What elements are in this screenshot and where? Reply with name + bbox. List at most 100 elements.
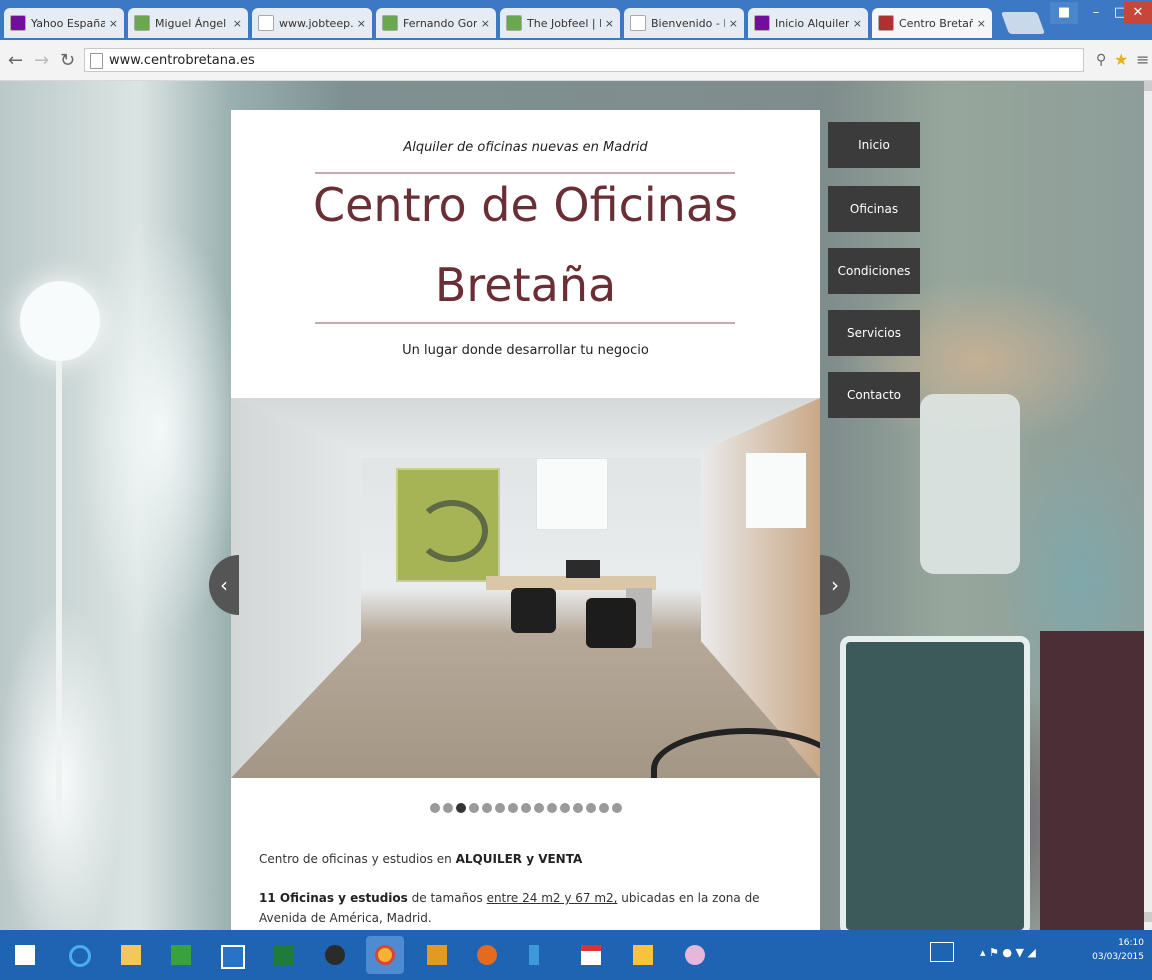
keyboard-icon[interactable] [930,942,954,962]
browser-tab[interactable]: Yahoo España × [4,8,124,38]
new-tab-button[interactable] [1000,12,1046,34]
clock-time: 16:10 [1118,938,1144,948]
browser-tab[interactable]: Bienvenido - Invi × [624,8,744,38]
intro-bold: ALQUILER y VENTA [455,852,583,866]
background-decoration [1040,631,1152,930]
clock-date: 03/03/2015 [1092,952,1144,962]
page-icon [90,53,103,69]
firefox-icon[interactable] [468,936,506,974]
slider-dot[interactable] [559,803,570,813]
browser-tab[interactable]: www.jobteep.co × [252,8,372,38]
slider-dot[interactable] [546,803,557,813]
store-icon[interactable] [162,936,200,974]
tab-label: The Jobfeel | Par [527,16,601,30]
browser-tab[interactable]: The Jobfeel | Par × [500,8,620,38]
background-decoration [920,394,1020,574]
slider-dot[interactable] [455,803,466,813]
back-icon[interactable]: ← [8,50,23,71]
desc-bold: 11 Oficinas y estudios [259,891,408,905]
tab-label: Bienvenido - Invi [651,16,725,30]
calendar-icon[interactable] [572,936,610,974]
key-icon[interactable]: ⚲ [1096,52,1106,68]
slider-dot[interactable] [468,803,479,813]
contacts-icon[interactable] [418,936,456,974]
browser-tab[interactable]: Miguel Ángel Mé × [128,8,248,38]
nav-servicios[interactable]: Servicios [828,310,920,356]
slider-dot[interactable] [598,803,609,813]
nav-contacto[interactable]: Contacto [828,372,920,418]
close-tab-icon[interactable]: × [729,17,738,30]
background-decoration [840,636,1030,930]
tab-label: Centro Bretaña - [899,16,973,30]
slider-dot[interactable] [611,803,622,813]
page-title-line1: Centro de Oficinas [313,178,738,232]
slider-dot[interactable] [533,803,544,813]
desc-text: de tamaños [407,891,487,905]
menu-icon[interactable]: ≡ [1136,50,1149,69]
internet-explorer-icon[interactable] [60,936,98,974]
page-kicker: Alquiler de oficinas nuevas en Madrid [403,140,648,155]
url-field[interactable]: www.centrobretana.es [84,48,1084,72]
slider-dot[interactable] [429,803,440,813]
chair [511,588,556,633]
lamp-pole-image [56,361,62,821]
slider-dot[interactable] [494,803,505,813]
size-link[interactable]: entre 24 m2 y 67 m2, [487,891,618,905]
slider-dot[interactable] [507,803,518,813]
divider [315,322,735,324]
close-tab-icon[interactable]: × [605,17,614,30]
close-tab-icon[interactable]: × [977,17,986,30]
reload-icon[interactable]: ↻ [60,50,75,71]
app-icon[interactable] [316,936,354,974]
file-explorer-icon[interactable] [112,936,150,974]
user-icon[interactable]: ■ [1050,2,1078,24]
paint-icon[interactable] [624,936,662,974]
site-icon [878,15,894,31]
browser-tab[interactable]: Centro Bretaña - × [872,8,992,38]
system-tray[interactable]: ▴ ⚑ ● ▼ ◢ [980,946,1036,959]
intro-text: Centro de oficinas y estudios en [259,852,456,866]
browser-tab[interactable]: Fernando Gonzál × [376,8,496,38]
nav-oficinas[interactable]: Oficinas [828,186,920,232]
page-icon [630,15,646,31]
tab-label: www.jobteep.co [279,16,353,30]
close-window-button[interactable]: ✕ [1124,2,1152,24]
slider-dot[interactable] [585,803,596,813]
scroll-up-button[interactable] [1144,81,1152,91]
slider-dot[interactable] [442,803,453,813]
star-icon[interactable]: ★ [1114,50,1128,69]
yahoo-icon [754,15,770,31]
laptop [566,560,600,578]
wall-art [396,468,500,582]
close-tab-icon[interactable]: × [233,17,242,30]
publisher-icon[interactable] [212,936,250,974]
tab-label: Miguel Ángel Mé [155,16,229,30]
globe-icon [506,15,522,31]
close-tab-icon[interactable]: × [481,17,490,30]
nav-condiciones[interactable]: Condiciones [828,248,920,294]
excel-icon[interactable] [264,936,302,974]
slider-dot[interactable] [572,803,583,813]
phone-icon[interactable] [520,936,558,974]
forward-icon[interactable]: → [34,50,49,71]
chrome-icon[interactable] [366,936,404,974]
scroll-down-button[interactable] [1144,912,1152,922]
page-icon [258,15,274,31]
address-bar: ← → ↻ www.centrobretana.es ⚲ ★ ≡ [0,40,1152,81]
taskbar: ▴ ⚑ ● ▼ ◢ 16:10 03/03/2015 [0,930,1152,980]
slider-dot[interactable] [481,803,492,813]
nav-inicio[interactable]: Inicio [828,122,920,168]
close-tab-icon[interactable]: × [357,17,366,30]
yahoo-icon [10,15,26,31]
chair [586,598,636,648]
start-icon[interactable] [6,936,44,974]
close-tab-icon[interactable]: × [109,17,118,30]
close-tab-icon[interactable]: × [853,17,862,30]
divider [315,172,735,174]
paint-brush-icon[interactable] [676,936,714,974]
scrollbar[interactable] [1144,81,1152,930]
browser-tab[interactable]: Inicio Alquiler Co × [748,8,868,38]
slider-dot[interactable] [520,803,531,813]
clock[interactable]: 16:10 03/03/2015 [1092,936,1144,964]
office-photo-slide[interactable] [231,398,820,778]
